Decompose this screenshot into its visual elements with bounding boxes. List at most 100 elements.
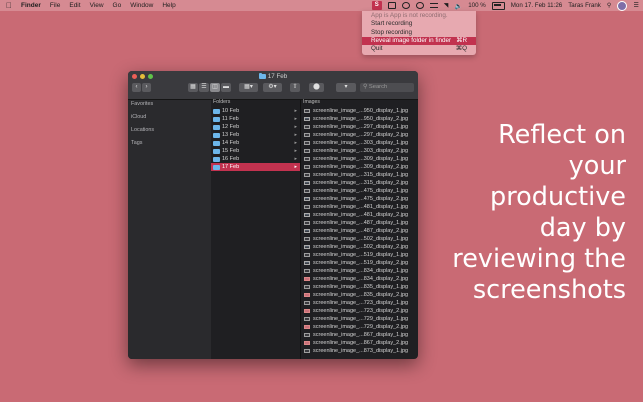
folder-row[interactable]: 13 Feb ▸ [211,131,300,139]
image-row[interactable]: screenline_image_...519_display_2.jpg [301,259,418,267]
folder-row[interactable]: 11 Feb ▸ [211,115,300,123]
finder-toolbar: ‹ › ▦ ☰ ◫ ▬ ▦▾ ⚙▾ ⇧ ⬤ ▾ ⚲ Search [128,83,418,93]
image-row[interactable]: screenline_image_...834_display_2.jpg [301,275,418,283]
battery-icon[interactable] [491,1,505,10]
image-thumbnail-icon [304,245,310,249]
image-row[interactable]: screenline_image_...729_display_1.jpg [301,315,418,323]
image-row[interactable]: screenline_image_...475_display_2.jpg [301,195,418,203]
notification-center-icon[interactable]: ☰ [633,2,639,9]
image-row[interactable]: screenline_image_...475_display_1.jpg [301,187,418,195]
image-filename: screenline_image_...297_display_1.jpg [313,124,409,130]
image-row[interactable]: screenline_image_...950_display_1.jpg [301,107,418,115]
path-dropdown[interactable]: ▾ [336,83,356,92]
image-row[interactable]: screenline_image_...309_display_1.jpg [301,155,418,163]
image-row[interactable]: screenline_image_...315_display_1.jpg [301,171,418,179]
volume-icon[interactable]: 🔈 [454,2,462,10]
image-row[interactable]: screenline_image_...297_display_2.jpg [301,131,418,139]
bluetooth-icon[interactable] [415,2,424,9]
sidebar-locations[interactable]: Locations [131,127,154,133]
image-row[interactable]: screenline_image_...315_display_2.jpg [301,179,418,187]
reveal-folder-item[interactable]: Reveal image folder in finder ⌘R [362,36,476,46]
image-thumbnail-icon [304,109,310,113]
image-thumbnail-icon [304,325,310,329]
image-filename: screenline_image_...487_display_2.jpg [313,228,409,234]
apple-icon[interactable]:  [6,0,12,11]
menu-edit[interactable]: Edit [69,2,80,9]
image-row[interactable]: screenline_image_...835_display_2.jpg [301,291,418,299]
sidebar-tags[interactable]: Tags [131,140,142,146]
image-row[interactable]: screenline_image_...303_display_2.jpg [301,147,418,155]
sidebar-icloud[interactable]: iCloud [131,114,146,120]
action-gear-icon[interactable]: ⚙▾ [263,83,282,92]
image-row[interactable]: screenline_image_...723_display_2.jpg [301,307,418,315]
share-icon[interactable]: ⇧ [290,83,300,92]
folder-row[interactable]: 10 Feb ▸ [211,107,300,115]
image-row[interactable]: screenline_image_...309_display_2.jpg [301,163,418,171]
menu-file[interactable]: File [50,2,60,9]
datetime[interactable]: Mon 17. Feb 11:26 [511,2,562,9]
icon-view-button[interactable]: ▦ [188,83,198,92]
gallery-view-button[interactable]: ▬ [221,83,231,92]
siri-icon[interactable] [617,0,628,11]
menu-view[interactable]: View [90,2,104,9]
chevron-right-icon: ▸ [294,148,297,154]
image-row[interactable]: screenline_image_...867_display_2.jpg [301,339,418,347]
column-view-button[interactable]: ◫ [210,83,220,92]
headline-line: day by [539,213,626,243]
forward-button[interactable]: › [142,83,151,92]
menu-window[interactable]: Window [130,2,153,9]
airplay-icon[interactable] [429,3,438,8]
menu-app-name[interactable]: Finder [21,2,41,9]
menu-help[interactable]: Help [162,2,175,9]
image-filename: screenline_image_...723_display_2.jpg [313,308,409,314]
folder-row[interactable]: 12 Feb ▸ [211,123,300,131]
search-placeholder: Search [368,84,388,90]
spotlight-icon[interactable]: ⚲ [607,2,612,9]
headline-line: screenshots [472,275,626,305]
image-filename: screenline_image_...481_display_1.jpg [313,204,409,210]
screen-icon[interactable] [387,2,396,9]
image-row[interactable]: screenline_image_...519_display_1.jpg [301,251,418,259]
image-row[interactable]: screenline_image_...950_display_2.jpg [301,115,418,123]
image-thumbnail-icon [304,197,310,201]
image-thumbnail-icon [304,277,310,281]
image-row[interactable]: screenline_image_...867_display_1.jpg [301,331,418,339]
list-view-button[interactable]: ☰ [199,83,209,92]
menu-go[interactable]: Go [113,2,122,9]
folders-column: Folders 10 Feb ▸ 11 Feb ▸ 12 Feb ▸ 13 Feb ▸ 14 F… [211,99,301,359]
app-status-icon[interactable]: S [371,1,382,10]
group-button[interactable]: ▦▾ [239,83,258,92]
image-row[interactable]: screenline_image_...502_display_1.jpg [301,235,418,243]
clock-icon[interactable] [401,2,410,9]
image-row[interactable]: screenline_image_...303_display_1.jpg [301,139,418,147]
image-thumbnail-icon [304,205,310,209]
window-title: 17 Feb [128,73,418,80]
back-button[interactable]: ‹ [132,83,141,92]
quit-item[interactable]: Quit ⌘Q [362,45,476,53]
image-thumbnail-icon [304,341,310,345]
image-row[interactable]: screenline_image_...481_display_2.jpg [301,211,418,219]
folder-row[interactable]: 17 Feb ▸ [211,163,300,171]
folder-row[interactable]: 15 Feb ▸ [211,147,300,155]
folder-row[interactable]: 16 Feb ▸ [211,155,300,163]
wifi-icon[interactable]: ◥ [444,2,449,9]
image-row[interactable]: screenline_image_...835_display_1.jpg [301,283,418,291]
image-row[interactable]: screenline_image_...487_display_2.jpg [301,227,418,235]
image-filename: screenline_image_...303_display_2.jpg [313,148,409,154]
image-row[interactable]: screenline_image_...873_display_1.jpg [301,347,418,355]
image-row[interactable]: screenline_image_...502_display_2.jpg [301,243,418,251]
folder-row[interactable]: 14 Feb ▸ [211,139,300,147]
image-row[interactable]: screenline_image_...729_display_2.jpg [301,323,418,331]
image-row[interactable]: screenline_image_...834_display_1.jpg [301,267,418,275]
battery-percent[interactable]: 100 % [468,2,486,9]
image-row[interactable]: screenline_image_...481_display_1.jpg [301,203,418,211]
start-recording-item[interactable]: Start recording [362,20,476,28]
image-row[interactable]: screenline_image_...297_display_1.jpg [301,123,418,131]
tag-button[interactable]: ⬤ [309,83,324,92]
stop-recording-item[interactable]: Stop recording [362,29,476,37]
image-row[interactable]: screenline_image_...487_display_1.jpg [301,219,418,227]
search-input[interactable]: ⚲ Search [360,83,414,92]
sidebar-favorites[interactable]: Favorites [131,101,153,107]
user-name[interactable]: Taras Frank [568,2,601,9]
image-row[interactable]: screenline_image_...723_display_1.jpg [301,299,418,307]
